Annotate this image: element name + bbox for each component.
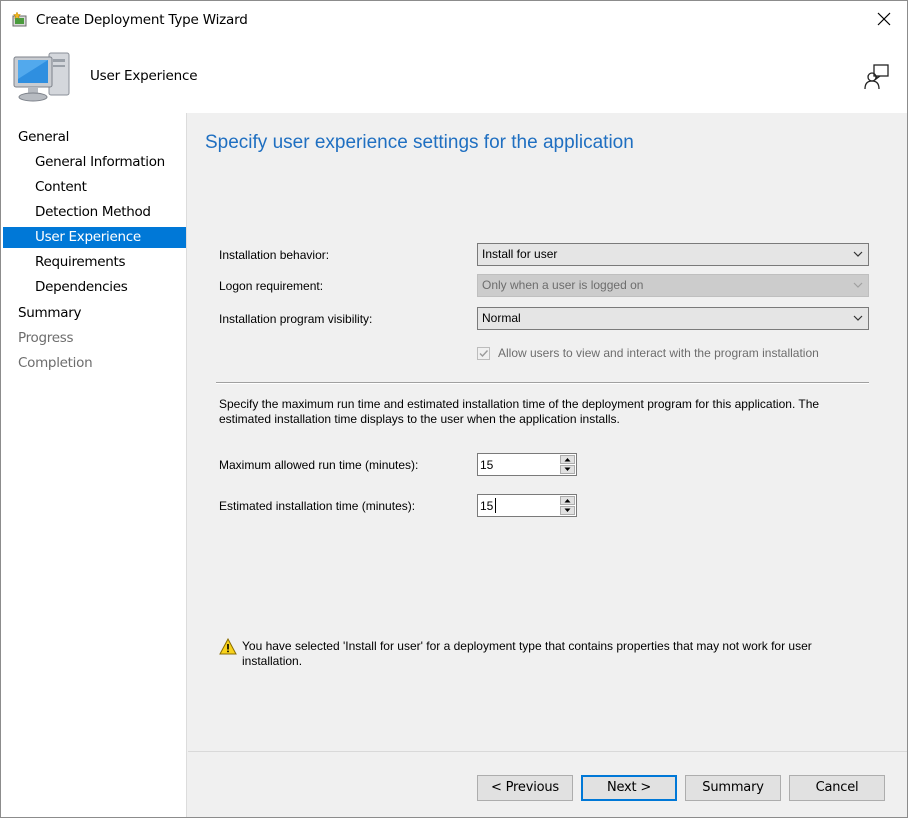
section-divider: [216, 382, 869, 384]
help-button[interactable]: [863, 63, 891, 91]
wizard-banner: User Experience: [1, 39, 907, 113]
installation-behavior-select[interactable]: Install for user: [477, 243, 869, 266]
wizard-app-icon: [12, 11, 27, 27]
checkmark-icon: [479, 350, 489, 358]
installation-behavior-value: Install for user: [482, 247, 558, 261]
window-title: Create Deployment Type Wizard: [36, 12, 248, 28]
logon-requirement-select: Only when a user is logged on: [477, 274, 869, 297]
est-install-time-spin-buttons: [560, 496, 575, 515]
nav-item-requirements[interactable]: Requirements: [3, 252, 186, 273]
nav-item-completion: Completion: [18, 355, 93, 371]
computer-icon: [13, 52, 70, 102]
banner-title: User Experience: [90, 68, 198, 84]
wizard-footer: < Previous Next > Summary Cancel: [188, 751, 907, 817]
nav-item-content[interactable]: Content: [3, 177, 186, 198]
nav-item-detection-method[interactable]: Detection Method: [3, 202, 186, 223]
chevron-down-icon: [853, 315, 863, 321]
chevron-down-icon: [853, 282, 863, 288]
logon-requirement-value: Only when a user is logged on: [482, 278, 644, 292]
previous-button[interactable]: < Previous: [477, 775, 573, 801]
spin-down-button[interactable]: [560, 465, 575, 474]
wizard-window: Create Deployment Type Wizard User Exper…: [0, 0, 908, 818]
warning-icon: [219, 638, 237, 655]
triangle-up-icon: [564, 499, 571, 503]
triangle-up-icon: [564, 458, 571, 462]
est-install-time-spinner[interactable]: [477, 494, 577, 517]
nav-item-general[interactable]: General: [3, 127, 186, 148]
wizard-steps-nav: General General Information Content Dete…: [1, 113, 187, 817]
triangle-down-icon: [564, 508, 571, 512]
spin-up-button[interactable]: [560, 496, 575, 505]
next-button[interactable]: Next >: [581, 775, 677, 801]
run-time-description: Specify the maximum run time and estimat…: [219, 397, 820, 426]
title-bar: Create Deployment Type Wizard: [1, 1, 907, 39]
program-visibility-label: Installation program visibility:: [219, 312, 373, 326]
cancel-button[interactable]: Cancel: [789, 775, 885, 801]
warning-text: You have selected 'Install for user' for…: [242, 639, 812, 668]
nav-item-dependencies[interactable]: Dependencies: [3, 277, 186, 298]
nav-item-progress: Progress: [18, 330, 74, 346]
wizard-page-content: Specify user experience settings for the…: [188, 113, 907, 751]
nav-item-summary[interactable]: Summary: [3, 303, 186, 324]
spin-down-button[interactable]: [560, 506, 575, 515]
text-caret: [495, 498, 496, 513]
close-button[interactable]: [861, 1, 907, 37]
est-install-time-input[interactable]: [478, 495, 556, 516]
installation-behavior-label: Installation behavior:: [219, 248, 330, 262]
nav-item-general-information[interactable]: General Information: [3, 152, 186, 173]
allow-interact-checkbox: [477, 347, 490, 360]
chevron-down-icon: [853, 251, 863, 257]
triangle-down-icon: [564, 467, 571, 471]
summary-button[interactable]: Summary: [685, 775, 781, 801]
nav-item-user-experience[interactable]: User Experience: [3, 227, 186, 248]
page-heading: Specify user experience settings for the…: [205, 132, 634, 153]
program-visibility-select[interactable]: Normal: [477, 307, 869, 330]
close-icon: [877, 12, 891, 26]
max-run-time-spin-buttons: [560, 455, 575, 474]
program-visibility-value: Normal: [482, 311, 521, 325]
max-run-time-input[interactable]: [478, 454, 556, 475]
spin-up-button[interactable]: [560, 455, 575, 464]
est-install-time-label: Estimated installation time (minutes):: [219, 499, 416, 513]
allow-interact-label: Allow users to view and interact with th…: [498, 346, 819, 360]
logon-requirement-label: Logon requirement:: [219, 279, 324, 293]
help-person-icon: [864, 64, 889, 90]
max-run-time-spinner[interactable]: [477, 453, 577, 476]
max-run-time-label: Maximum allowed run time (minutes):: [219, 458, 419, 472]
